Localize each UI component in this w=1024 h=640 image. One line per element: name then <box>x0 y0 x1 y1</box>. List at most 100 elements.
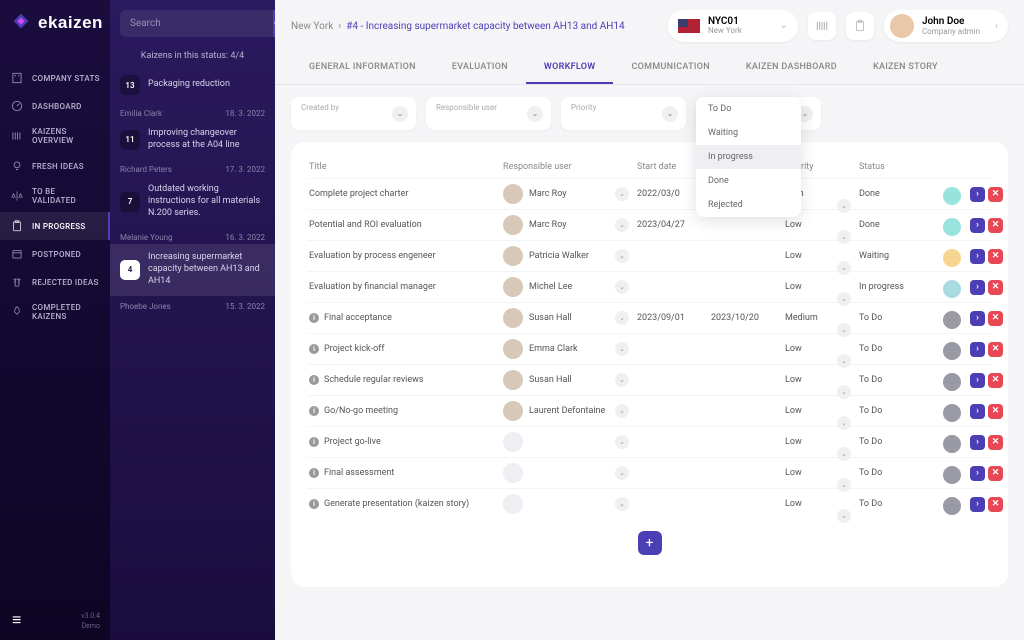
menu-toggle-icon[interactable]: ≡ <box>12 610 21 630</box>
delete-button[interactable]: ✕ <box>988 497 1003 512</box>
priority-select[interactable]: Medium⌄ <box>785 313 855 323</box>
kaizen-item[interactable]: 11 Improving changeover process at the A… <box>110 120 275 159</box>
responsible-user-select[interactable]: ⌄ <box>503 432 633 452</box>
search-input[interactable] <box>120 10 273 37</box>
filter-responsible-user[interactable]: Responsible user⌄ <box>426 97 551 130</box>
priority-select[interactable]: Low⌄ <box>785 499 855 509</box>
priority-select[interactable]: Low⌄ <box>785 251 855 261</box>
responsible-user-select[interactable]: Patricia Walker⌄ <box>503 246 633 266</box>
move-button[interactable]: › <box>970 311 985 326</box>
dropdown-option[interactable]: Waiting <box>696 121 801 145</box>
nav-item-fresh-ideas[interactable]: FRESH IDEAS <box>0 152 110 180</box>
nav-item-kaizens-overview[interactable]: KAIZENS OVERVIEW <box>0 120 110 152</box>
dropdown-option[interactable]: Done <box>696 169 801 193</box>
move-button[interactable]: › <box>970 280 985 295</box>
tab-workflow[interactable]: WORKFLOW <box>526 52 614 84</box>
status-select[interactable]: Done <box>859 220 939 230</box>
delete-button[interactable]: ✕ <box>988 373 1003 388</box>
move-button[interactable]: › <box>970 466 985 481</box>
move-button[interactable]: › <box>970 342 985 357</box>
info-icon[interactable]: i <box>309 468 319 478</box>
delete-button[interactable]: ✕ <box>988 218 1003 233</box>
delete-button[interactable]: ✕ <box>988 280 1003 295</box>
delete-button[interactable]: ✕ <box>988 187 1003 202</box>
nav-item-completed-kaizens[interactable]: COMPLETED KAIZENS <box>0 296 110 328</box>
dropdown-option[interactable]: To Do <box>696 97 801 121</box>
nav-item-company-stats[interactable]: COMPANY STATS <box>0 64 110 92</box>
responsible-user-select[interactable]: Emma Clark⌄ <box>503 339 633 359</box>
nav-item-postponed[interactable]: POSTPONED <box>0 240 110 268</box>
info-icon[interactable]: i <box>309 344 319 354</box>
kaizen-item[interactable]: 4 Increasing supermarket capacity betwee… <box>110 244 275 295</box>
responsible-user-select[interactable]: ⌄ <box>503 494 633 514</box>
move-button[interactable]: › <box>970 497 985 512</box>
status-select[interactable]: Waiting <box>859 251 939 261</box>
kaizen-item[interactable]: 7 Outdated working instructions for all … <box>110 176 275 227</box>
status-select[interactable]: In progress <box>859 282 939 292</box>
move-button[interactable]: › <box>970 249 985 264</box>
responsible-user-select[interactable]: Michel Lee⌄ <box>503 277 633 297</box>
barcode-button[interactable] <box>808 12 836 40</box>
status-select[interactable]: To Do <box>859 344 939 354</box>
priority-select[interactable]: Low⌄ <box>785 344 855 354</box>
move-button[interactable]: › <box>970 435 985 450</box>
info-icon[interactable]: i <box>309 375 319 385</box>
priority-select[interactable]: Low⌄ <box>785 406 855 416</box>
dropdown-option[interactable]: Rejected <box>696 193 801 217</box>
tab-general-information[interactable]: GENERAL INFORMATION <box>291 52 434 84</box>
nav-item-in-progress[interactable]: IN PROGRESS <box>0 212 110 240</box>
clipboard-button[interactable] <box>846 12 874 40</box>
status-select[interactable]: To Do <box>859 313 939 323</box>
delete-button[interactable]: ✕ <box>988 466 1003 481</box>
status-select[interactable]: Done <box>859 189 939 199</box>
responsible-user-select[interactable]: Susan Hall⌄ <box>503 370 633 390</box>
priority-select[interactable]: Low⌄ <box>785 375 855 385</box>
breadcrumb-loc[interactable]: New York <box>291 21 333 32</box>
tab-kaizen-story[interactable]: KAIZEN STORY <box>855 52 956 84</box>
filter-priority[interactable]: Priority⌄ <box>561 97 686 130</box>
status-select[interactable]: To Do <box>859 437 939 447</box>
filter-created-by[interactable]: Created by⌄ <box>291 97 416 130</box>
priority-select[interactable]: Low⌄ <box>785 468 855 478</box>
nav-item-dashboard[interactable]: DASHBOARD <box>0 92 110 120</box>
responsible-user-select[interactable]: Marc Roy⌄ <box>503 184 633 204</box>
move-button[interactable]: › <box>970 373 985 388</box>
tab-communication[interactable]: COMMUNICATION <box>613 52 727 84</box>
move-button[interactable]: › <box>970 218 985 233</box>
start-date[interactable]: 2023/09/01 <box>637 313 707 323</box>
dropdown-option[interactable]: In progress <box>696 145 801 169</box>
priority-select[interactable]: Low⌄ <box>785 220 855 230</box>
tab-evaluation[interactable]: EVALUATION <box>434 52 526 84</box>
delete-button[interactable]: ✕ <box>988 249 1003 264</box>
add-row-button[interactable]: + <box>638 531 662 555</box>
responsible-user-select[interactable]: Susan Hall⌄ <box>503 308 633 328</box>
user-menu[interactable]: John Doe Company admin › <box>884 10 1008 42</box>
nav-item-rejected-ideas[interactable]: REJECTED IDEAS <box>0 268 110 296</box>
info-icon[interactable]: i <box>309 437 319 447</box>
start-date[interactable]: 2023/04/27 <box>637 220 707 230</box>
nav-item-to-be-validated[interactable]: TO BE VALIDATED <box>0 180 110 212</box>
info-icon[interactable]: i <box>309 406 319 416</box>
responsible-user-select[interactable]: Marc Roy⌄ <box>503 215 633 235</box>
move-button[interactable]: › <box>970 404 985 419</box>
breadcrumb-title[interactable]: Increasing supermarket capacity between … <box>366 21 625 32</box>
priority-select[interactable]: Low⌄ <box>785 282 855 292</box>
priority-select[interactable]: Low⌄ <box>785 437 855 447</box>
breadcrumb-id[interactable]: #4 <box>346 21 358 32</box>
info-icon[interactable]: i <box>309 313 319 323</box>
status-select[interactable]: To Do <box>859 375 939 385</box>
delete-button[interactable]: ✕ <box>988 311 1003 326</box>
location-selector[interactable]: NYC01 New York ⌄ <box>668 10 798 42</box>
move-button[interactable]: › <box>970 187 985 202</box>
status-select[interactable]: To Do <box>859 499 939 509</box>
responsible-user-select[interactable]: Laurent Defontaine⌄ <box>503 401 633 421</box>
info-icon[interactable]: i <box>309 499 319 509</box>
responsible-user-select[interactable]: ⌄ <box>503 463 633 483</box>
status-select[interactable]: To Do <box>859 406 939 416</box>
status-select[interactable]: To Do <box>859 468 939 478</box>
delete-button[interactable]: ✕ <box>988 404 1003 419</box>
delete-button[interactable]: ✕ <box>988 342 1003 357</box>
end-date[interactable]: 2023/10/20 <box>711 313 781 323</box>
kaizen-item[interactable]: 13 Packaging reduction <box>110 67 275 103</box>
delete-button[interactable]: ✕ <box>988 435 1003 450</box>
